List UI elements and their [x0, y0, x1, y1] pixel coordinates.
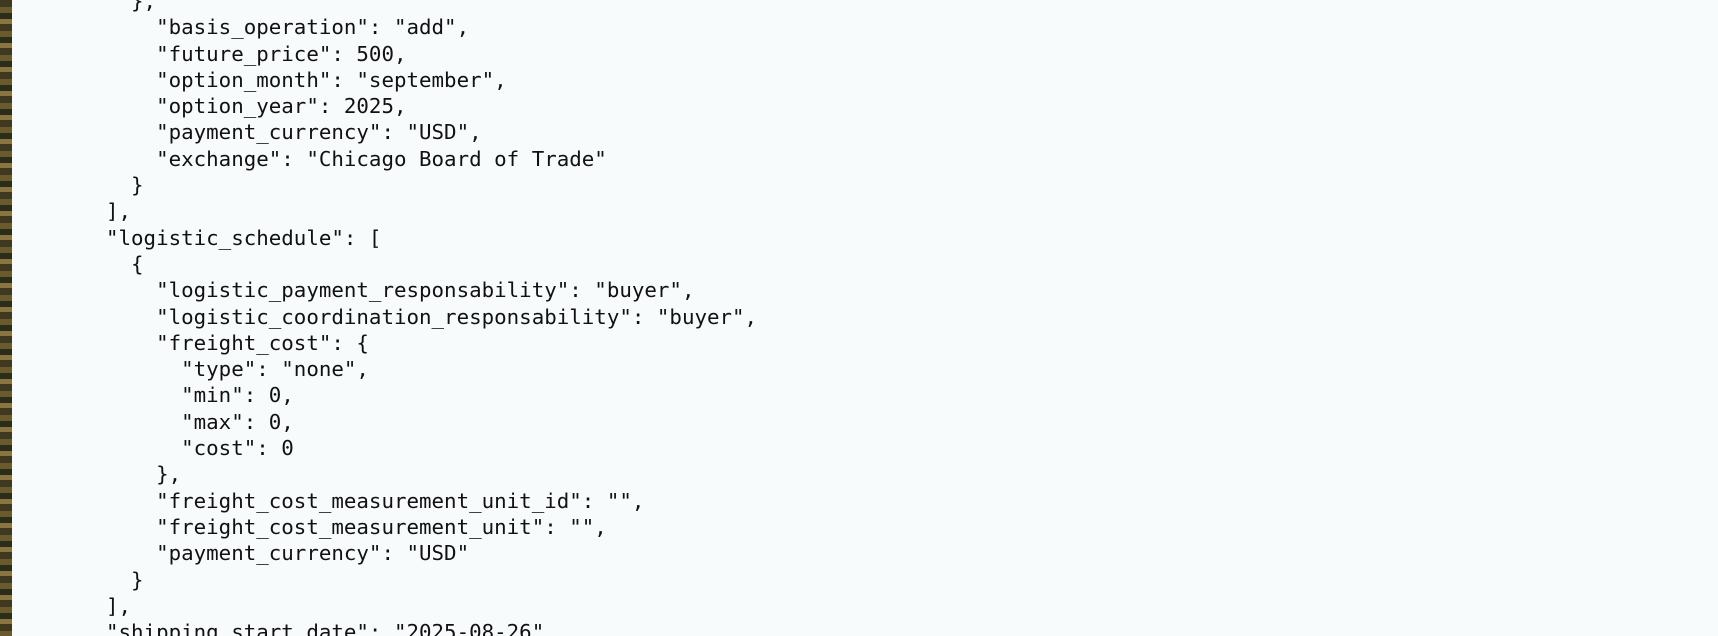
code-line: "cost": 0	[106, 436, 294, 461]
desktop-wallpaper-edge	[0, 0, 12, 636]
code-line: "basis_operation": "add",	[106, 15, 470, 40]
code-line: {	[106, 251, 144, 276]
code-line: "freight_cost": {	[106, 330, 369, 355]
code-line: },	[106, 462, 182, 487]
code-line: "payment_currency": "USD"	[106, 541, 470, 566]
code-line: "freight_cost_measurement_unit_id": "",	[106, 488, 645, 513]
code-line: "min": 0,	[106, 383, 294, 408]
code-line: }	[106, 567, 144, 592]
code-line: ],	[106, 593, 132, 618]
code-line: "max": 0,	[106, 409, 294, 434]
code-line: "type": "none",	[106, 357, 369, 382]
code-line: "shipping_start_date": "2025-08-26",	[106, 620, 557, 636]
code-line: "future_price": 500,	[106, 41, 407, 66]
code-line: ],	[106, 199, 132, 224]
code-line: "option_month": "september",	[106, 67, 507, 92]
code-line: "freight_cost_measurement_unit": "",	[106, 514, 607, 539]
code-line: "option_year": 2025,	[106, 94, 407, 119]
code-line: }	[106, 173, 144, 198]
code-line: },	[106, 0, 157, 13]
code-line: "exchange": "Chicago Board of Trade"	[106, 146, 607, 171]
code-line: "logistic_payment_responsability": "buye…	[106, 278, 695, 303]
code-line: "payment_currency": "USD",	[106, 120, 482, 145]
code-line: "logistic_schedule": [	[106, 225, 382, 250]
json-code-block: }, "basis_operation": "add", "future_pri…	[106, 0, 1686, 636]
code-line: "logistic_coordination_responsability": …	[106, 304, 758, 329]
json-viewer[interactable]: }, "basis_operation": "add", "future_pri…	[12, 0, 1718, 636]
